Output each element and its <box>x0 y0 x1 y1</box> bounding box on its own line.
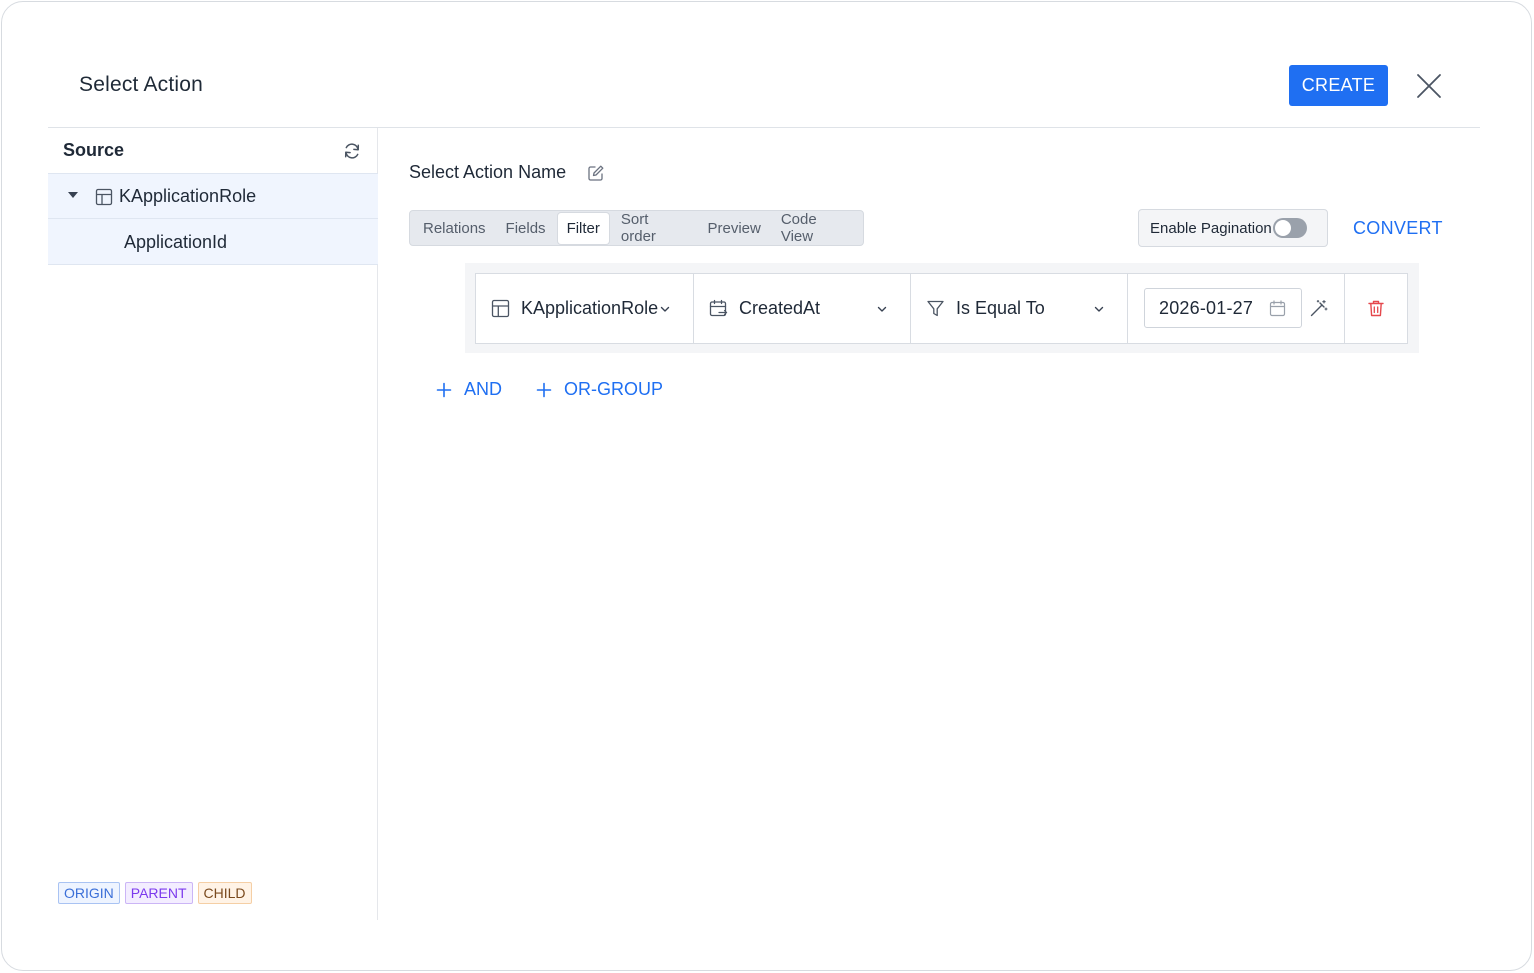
tab-code-view[interactable]: Code View <box>771 204 863 252</box>
trash-icon[interactable] <box>1367 299 1385 318</box>
source-panel: Source KApplicationRole ApplicationId OR… <box>48 128 378 920</box>
operator-select[interactable]: Is Equal To <box>911 274 1128 343</box>
legend-child-badge: CHILD <box>197 882 252 904</box>
filter-condition-row: KApplicationRole CreatedAt Is Equal To 2… <box>475 273 1408 344</box>
convert-button[interactable]: CONVERT <box>1353 218 1443 239</box>
add-or-group-label: OR-GROUP <box>564 379 663 399</box>
enable-pagination-control: Enable Pagination <box>1138 209 1328 247</box>
refresh-icon[interactable] <box>342 141 362 161</box>
add-and-label: AND <box>464 379 503 399</box>
chevron-down-icon <box>1094 306 1104 312</box>
plus-icon <box>536 382 552 397</box>
dialog-title: Select Action <box>79 73 204 96</box>
select-action-dialog: Select Action CREATE Source KApplication… <box>1 1 1532 971</box>
tab-relations[interactable]: Relations <box>413 213 496 244</box>
tree-node-kapplicationrole[interactable]: KApplicationRole <box>48 173 378 219</box>
table-select-value: KApplicationRole <box>521 298 659 318</box>
tree-child-label: ApplicationId <box>124 232 228 252</box>
add-and-button[interactable]: AND <box>436 379 502 400</box>
plus-icon <box>436 382 452 397</box>
calendar-icon[interactable] <box>1269 300 1286 317</box>
delete-cell <box>1345 274 1407 343</box>
tree-node-applicationid[interactable]: ApplicationId <box>48 219 378 265</box>
legend-origin-badge: ORIGIN <box>58 882 120 904</box>
operator-select-value: Is Equal To <box>956 298 1045 318</box>
table-icon <box>491 299 510 318</box>
action-tabs: Relations Fields Filter Sort order Previ… <box>409 210 864 246</box>
source-title: Source <box>63 140 125 160</box>
value-cell: 2026-01-27 <box>1128 274 1345 343</box>
edit-icon[interactable] <box>587 164 605 182</box>
tab-filter[interactable]: Filter <box>557 212 609 244</box>
table-select[interactable]: KApplicationRole <box>476 274 694 343</box>
legend-parent-badge: PARENT <box>124 882 193 904</box>
pagination-toggle[interactable] <box>1273 218 1307 238</box>
magic-wand-icon[interactable] <box>1309 299 1328 318</box>
table-icon <box>95 188 113 206</box>
tree-root-label: KApplicationRole <box>119 186 257 206</box>
date-value-input[interactable]: 2026-01-27 <box>1144 288 1302 328</box>
calendar-field-icon <box>709 299 728 317</box>
field-select[interactable]: CreatedAt <box>694 274 911 343</box>
chevron-down-icon <box>877 306 887 312</box>
filter-group: KApplicationRole CreatedAt Is Equal To 2… <box>465 263 1419 353</box>
field-select-value: CreatedAt <box>739 298 821 318</box>
tab-preview[interactable]: Preview <box>697 213 770 244</box>
filter-icon <box>927 300 944 317</box>
relation-legend: ORIGIN PARENT CHILD <box>58 882 252 904</box>
close-icon[interactable] <box>1413 70 1445 102</box>
chevron-down-icon <box>660 306 670 312</box>
tab-sort-order[interactable]: Sort order <box>611 204 698 252</box>
action-name-label: Select Action Name <box>409 162 567 182</box>
add-or-group-button[interactable]: OR-GROUP <box>536 379 663 400</box>
pagination-label: Enable Pagination <box>1150 220 1272 237</box>
create-button[interactable]: CREATE <box>1289 65 1388 106</box>
source-header: Source <box>48 128 378 173</box>
date-value: 2026-01-27 <box>1159 298 1254 318</box>
caret-down-icon[interactable] <box>68 192 78 198</box>
tab-fields[interactable]: Fields <box>496 213 556 244</box>
toggle-knob <box>1275 220 1291 236</box>
